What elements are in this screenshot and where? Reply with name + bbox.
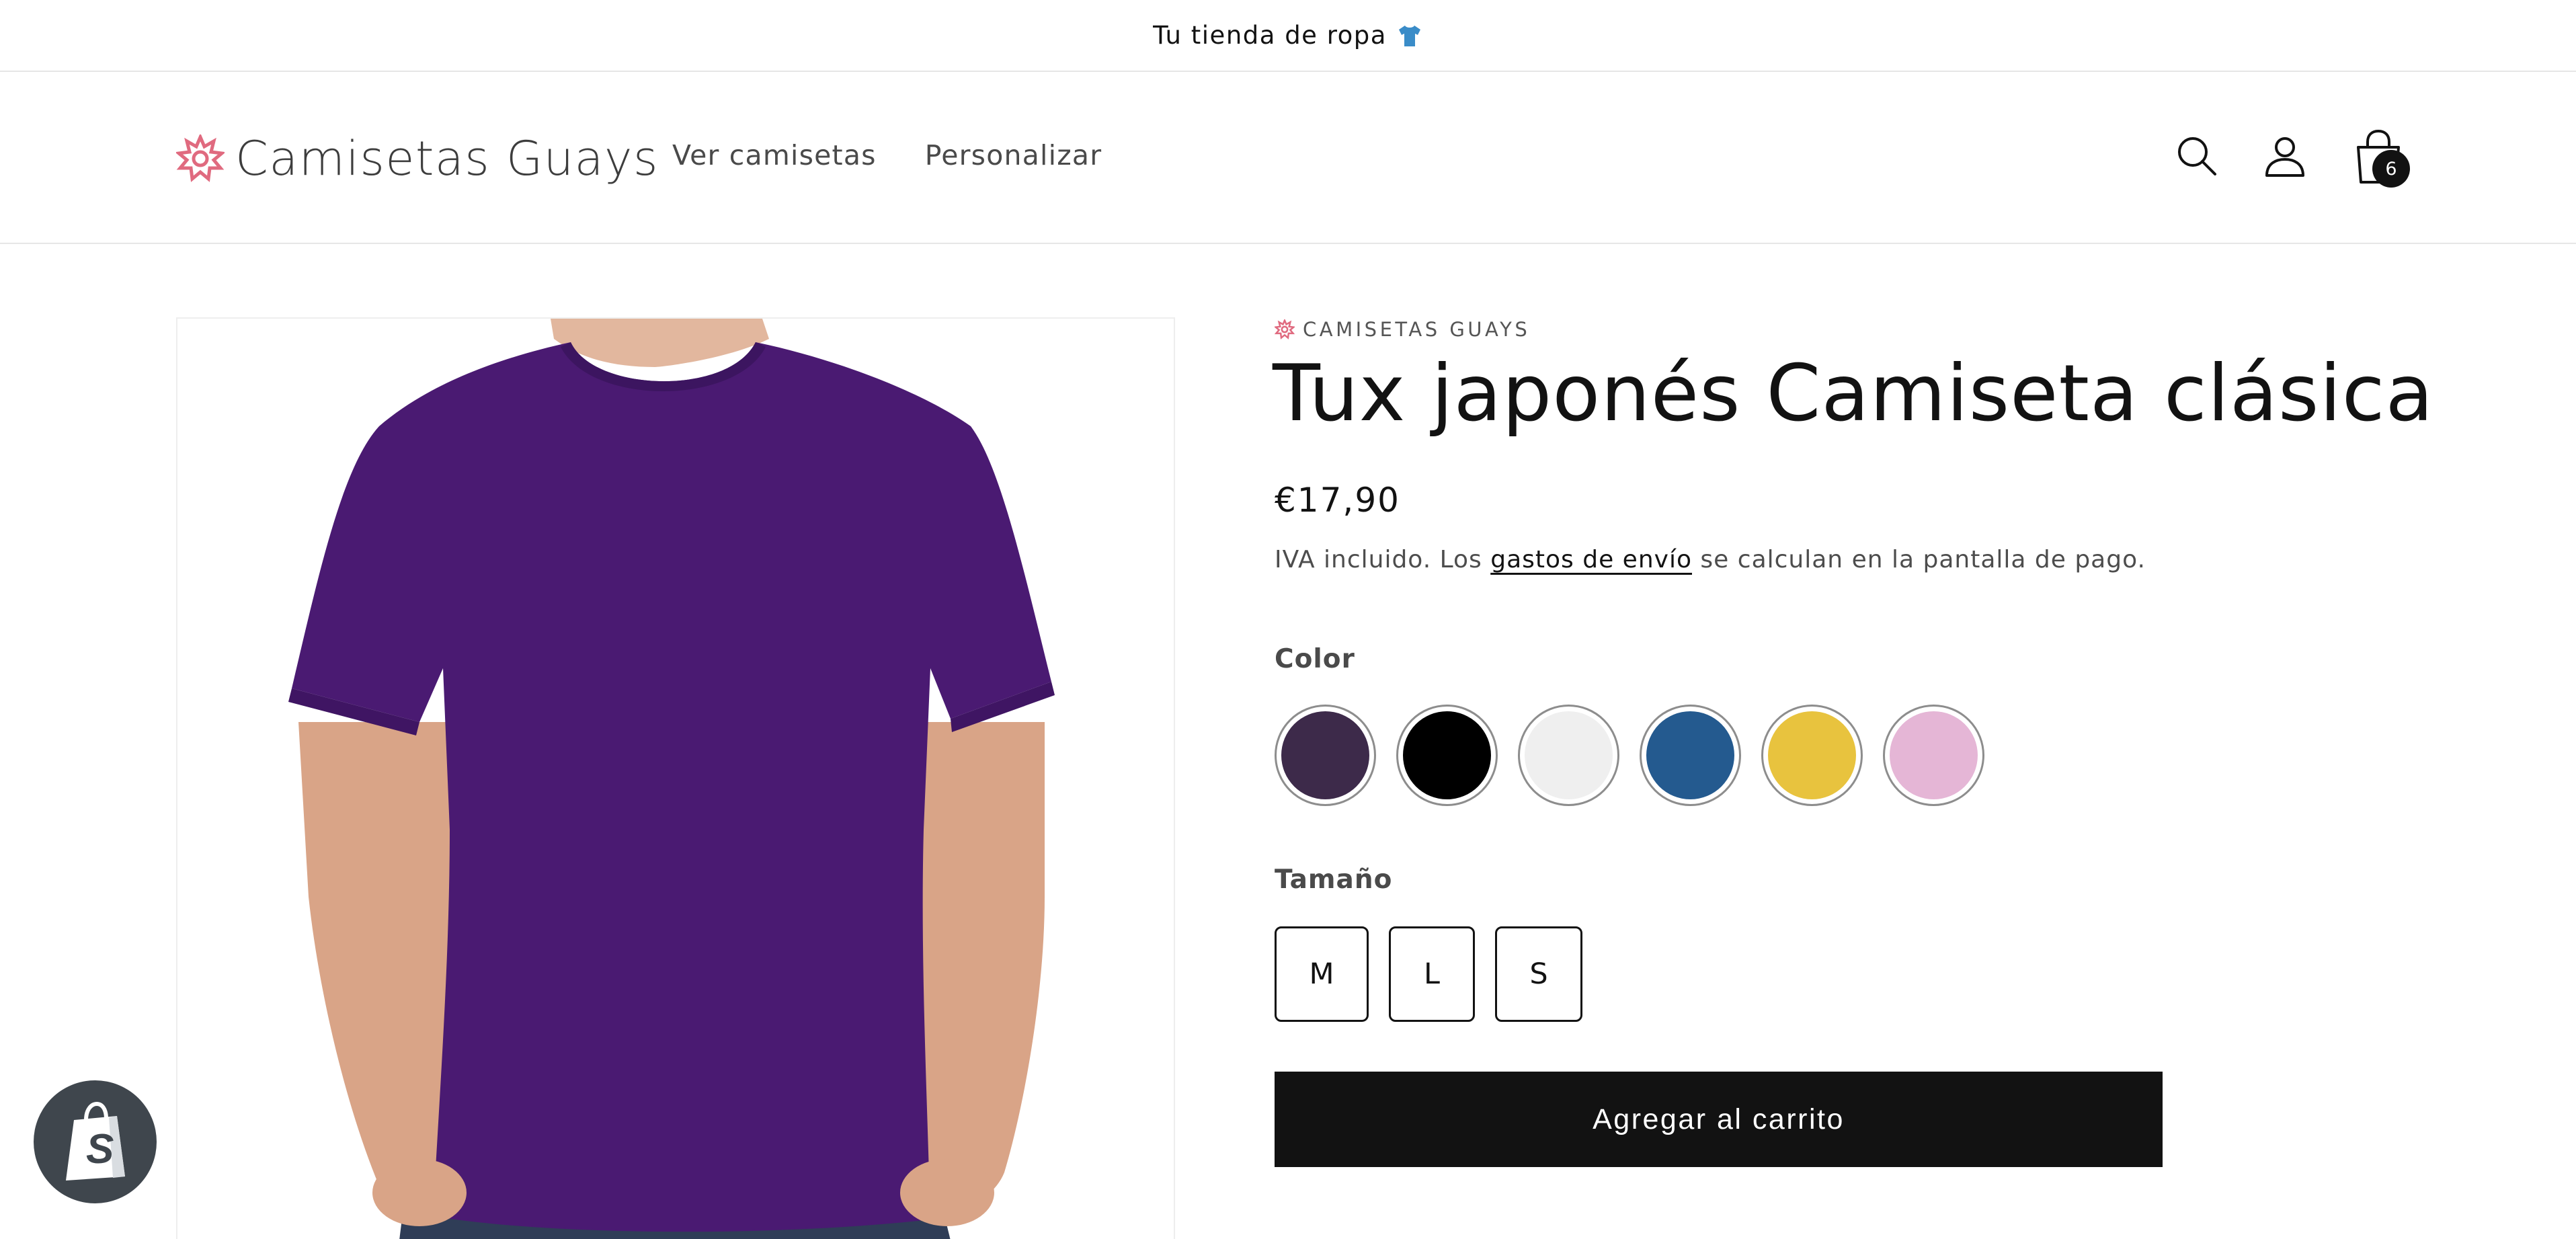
color-swatch-yellow[interactable]	[1761, 705, 1863, 806]
add-to-cart-button[interactable]: Agregar al carrito	[1275, 1072, 2163, 1167]
nav-personalizar[interactable]: Personalizar	[925, 139, 1102, 171]
size-option-s[interactable]: S	[1495, 926, 1582, 1022]
color-swatch-pink[interactable]	[1883, 705, 1984, 806]
size-option-l[interactable]: L	[1389, 926, 1475, 1022]
color-swatch-black[interactable]	[1396, 705, 1498, 806]
store-name: Camisetas Guays	[235, 131, 659, 186]
account-icon[interactable]	[2263, 134, 2307, 178]
shopify-badge[interactable]: S	[34, 1080, 157, 1203]
cart-count-badge: 6	[2372, 150, 2410, 188]
main-nav: Ver camisetas Personalizar	[672, 139, 1102, 171]
tax-note-prefix: IVA incluido. Los	[1275, 546, 1491, 573]
color-swatch-blue[interactable]	[1640, 705, 1741, 806]
swatch-fill	[1403, 711, 1491, 799]
shipping-policy-link[interactable]: gastos de envío	[1490, 546, 1692, 573]
shopify-bag-icon: S	[65, 1101, 125, 1181]
color-swatches	[1275, 705, 1984, 806]
product-price: €17,90	[1275, 481, 1400, 520]
tshirt-icon	[1398, 25, 1420, 46]
color-label: Color	[1275, 644, 1355, 674]
size-option-m[interactable]: M	[1275, 926, 1369, 1022]
size-label: Tamaño	[1275, 865, 1393, 895]
swatch-fill	[1890, 711, 1978, 799]
announcement-bar: Tu tienda de ropa	[0, 0, 2576, 72]
product-vendor: CAMISETAS GUAYS	[1275, 318, 1530, 341]
svg-text:S: S	[86, 1126, 114, 1172]
swatch-fill	[1768, 711, 1856, 799]
product-image[interactable]	[176, 317, 1175, 1239]
nav-ver-camisetas[interactable]: Ver camisetas	[672, 139, 877, 171]
search-icon[interactable]	[2175, 134, 2219, 178]
product-title: Tux japonés Camiseta clásica	[1273, 348, 2434, 439]
swatch-fill	[1525, 711, 1613, 799]
store-logo[interactable]: Camisetas Guays	[176, 131, 659, 186]
vendor-flower-icon	[1275, 319, 1295, 339]
announcement-text: Tu tienda de ropa	[1153, 21, 1387, 50]
color-swatch-white[interactable]	[1518, 705, 1619, 806]
logo-flower-icon	[176, 134, 225, 182]
size-options: M L S	[1275, 926, 1582, 1022]
swatch-fill	[1646, 711, 1734, 799]
site-header: Camisetas Guays Ver camisetas Personaliz…	[0, 72, 2576, 244]
product-photo-tshirt	[177, 319, 1174, 1239]
tax-note: IVA incluido. Los gastos de envío se cal…	[1275, 546, 2146, 573]
color-swatch-dark-purple[interactable]	[1275, 705, 1376, 806]
swatch-fill	[1281, 711, 1369, 799]
tax-note-suffix: se calculan en la pantalla de pago.	[1691, 546, 2146, 573]
vendor-name: CAMISETAS GUAYS	[1303, 318, 1531, 341]
